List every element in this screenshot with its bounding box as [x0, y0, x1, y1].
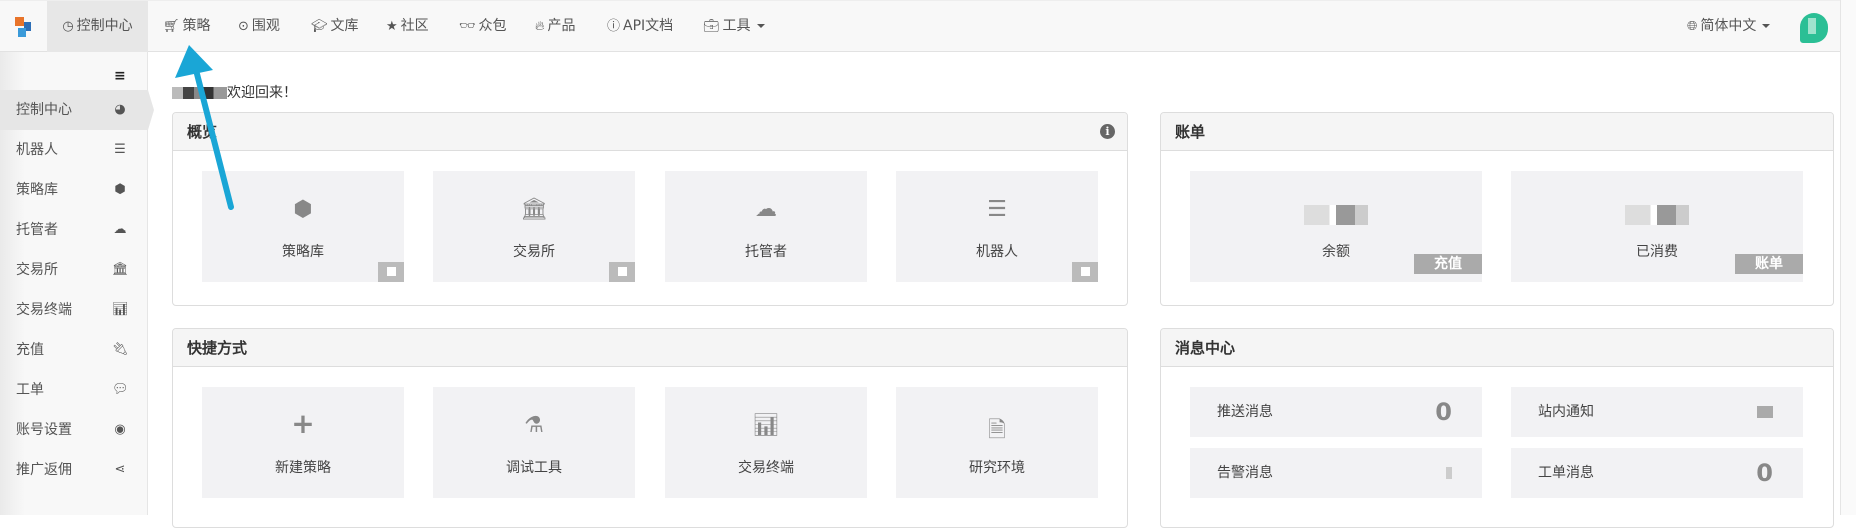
annotation-arrow [175, 45, 234, 210]
